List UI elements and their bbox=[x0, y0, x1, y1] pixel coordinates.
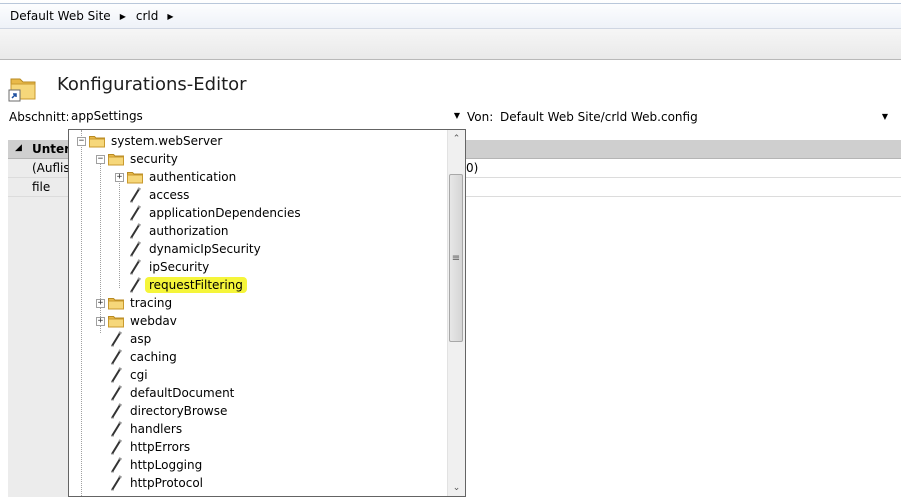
scroll-down-icon[interactable]: ⌄ bbox=[448, 479, 465, 496]
tree-item-label: access bbox=[149, 188, 190, 202]
pencil-icon bbox=[111, 439, 123, 455]
section-dropdown-value: appSettings bbox=[71, 109, 143, 123]
collapse-triangle-icon[interactable]: ◢ bbox=[15, 143, 22, 153]
pencil-icon bbox=[111, 475, 123, 491]
tree-scrollbar[interactable]: ⌃ ≡ ⌄ bbox=[447, 130, 465, 496]
tree-item-label: httpProtocol bbox=[130, 476, 203, 490]
tree-item[interactable]: + webdav bbox=[96, 312, 179, 330]
pencil-icon bbox=[111, 457, 123, 473]
tree-item[interactable]: applicationDependencies bbox=[115, 204, 303, 222]
tree-item-label: httpErrors bbox=[130, 440, 191, 454]
config-editor-folder-icon bbox=[8, 78, 36, 102]
tree-item-label: authentication bbox=[149, 170, 237, 184]
tree-item-label: caching bbox=[130, 350, 177, 364]
tree-item[interactable]: access bbox=[115, 186, 191, 204]
tree-item[interactable]: httpProtocol bbox=[96, 474, 205, 492]
section-tree-popup[interactable]: − system.webServer − security + authenticatio… bbox=[68, 129, 466, 497]
pencil-icon bbox=[111, 349, 123, 365]
tree-item[interactable]: directoryBrowse bbox=[96, 402, 229, 420]
scrollbar-thumb[interactable]: ≡ bbox=[449, 174, 463, 342]
pencil-icon bbox=[111, 385, 123, 401]
breadcrumb-item-site[interactable]: Default Web Site bbox=[0, 9, 111, 23]
breadcrumb-bar: Default Web Site ▶ crld ▶ bbox=[0, 0, 901, 29]
pencil-icon bbox=[130, 259, 142, 275]
tree-item-label: security bbox=[130, 152, 178, 166]
tree-item[interactable]: dynamicIpSecurity bbox=[115, 240, 263, 258]
section-label: Abschnitt: bbox=[9, 110, 70, 124]
tree-expander-icon[interactable]: − bbox=[96, 154, 105, 164]
pencil-icon bbox=[111, 403, 123, 419]
tree-item[interactable]: + authentication bbox=[115, 168, 238, 186]
tree-item-label: httpLogging bbox=[130, 458, 203, 472]
tree-item-label: defaultDocument bbox=[130, 386, 235, 400]
tree-item[interactable]: handlers bbox=[96, 420, 184, 438]
tree-item-label: ipSecurity bbox=[149, 260, 210, 274]
pencil-icon bbox=[130, 277, 142, 293]
tree-item[interactable]: caching bbox=[96, 348, 179, 366]
breadcrumb-item-app[interactable]: crld bbox=[126, 9, 158, 23]
tree-item-label: dynamicIpSecurity bbox=[149, 242, 261, 256]
from-dropdown-value: Default Web Site/crld Web.config bbox=[500, 110, 698, 124]
tree-item[interactable]: requestFiltering bbox=[115, 276, 247, 294]
pencil-icon bbox=[130, 205, 142, 221]
tree-item[interactable]: httpLogging bbox=[96, 456, 204, 474]
folder-icon bbox=[127, 171, 143, 183]
tree-item-label: asp bbox=[130, 332, 152, 346]
tree-item[interactable]: defaultDocument bbox=[96, 384, 236, 402]
tree-expander-icon[interactable]: + bbox=[96, 298, 105, 308]
tree-expander-icon[interactable]: + bbox=[96, 316, 105, 326]
tree-item-label: cgi bbox=[130, 368, 148, 382]
pencil-icon bbox=[111, 367, 123, 383]
tree-item-label: directoryBrowse bbox=[130, 404, 228, 418]
tree-item[interactable]: asp bbox=[96, 330, 153, 348]
tree-item[interactable]: − system.webServer bbox=[77, 132, 224, 150]
tree-expander-icon[interactable]: − bbox=[77, 136, 86, 146]
from-dropdown[interactable]: Default Web Site/crld Web.config ▼ bbox=[495, 106, 893, 128]
toolbar bbox=[0, 29, 901, 60]
tree-item[interactable]: httpErrors bbox=[96, 438, 192, 456]
pencil-icon bbox=[130, 241, 142, 257]
pencil-icon bbox=[130, 223, 142, 239]
folder-icon bbox=[108, 297, 124, 309]
breadcrumb: Default Web Site ▶ crld ▶ bbox=[0, 3, 901, 28]
dropdown-arrow-icon[interactable]: ▼ bbox=[882, 112, 888, 121]
breadcrumb-arrow-icon[interactable]: ▶ bbox=[167, 12, 173, 21]
scroll-up-icon[interactable]: ⌃ bbox=[448, 130, 465, 147]
dropdown-arrow-icon[interactable]: ▼ bbox=[454, 111, 460, 120]
pencil-icon bbox=[130, 187, 142, 203]
tree-item-label: handlers bbox=[130, 422, 183, 436]
tree-item[interactable]: − security bbox=[96, 150, 180, 168]
tree-item[interactable]: authorization bbox=[115, 222, 231, 240]
tree-item-label: applicationDependencies bbox=[149, 206, 301, 220]
tree-item-label: system.webServer bbox=[111, 134, 223, 148]
folder-icon bbox=[108, 315, 124, 327]
tree-item[interactable]: cgi bbox=[96, 366, 150, 384]
page-title: Konfigurations-Editor bbox=[57, 74, 247, 95]
tree-item-label: tracing bbox=[130, 296, 173, 310]
tree-item-label: authorization bbox=[149, 224, 229, 238]
folder-icon bbox=[108, 153, 124, 165]
tree-item[interactable]: + tracing bbox=[96, 294, 174, 312]
tree-expander-icon[interactable]: + bbox=[115, 172, 124, 182]
tree-item-label: requestFiltering bbox=[145, 277, 247, 293]
from-label: Von: bbox=[467, 110, 494, 124]
tree-item[interactable]: ipSecurity bbox=[115, 258, 211, 276]
pencil-icon bbox=[111, 421, 123, 437]
section-dropdown[interactable]: appSettings ▼ bbox=[68, 106, 464, 128]
tree-item-label: webdav bbox=[130, 314, 177, 328]
property-name: file bbox=[32, 180, 51, 194]
pencil-icon bbox=[111, 331, 123, 347]
folder-icon bbox=[89, 135, 105, 147]
property-value: 0) bbox=[466, 161, 479, 175]
